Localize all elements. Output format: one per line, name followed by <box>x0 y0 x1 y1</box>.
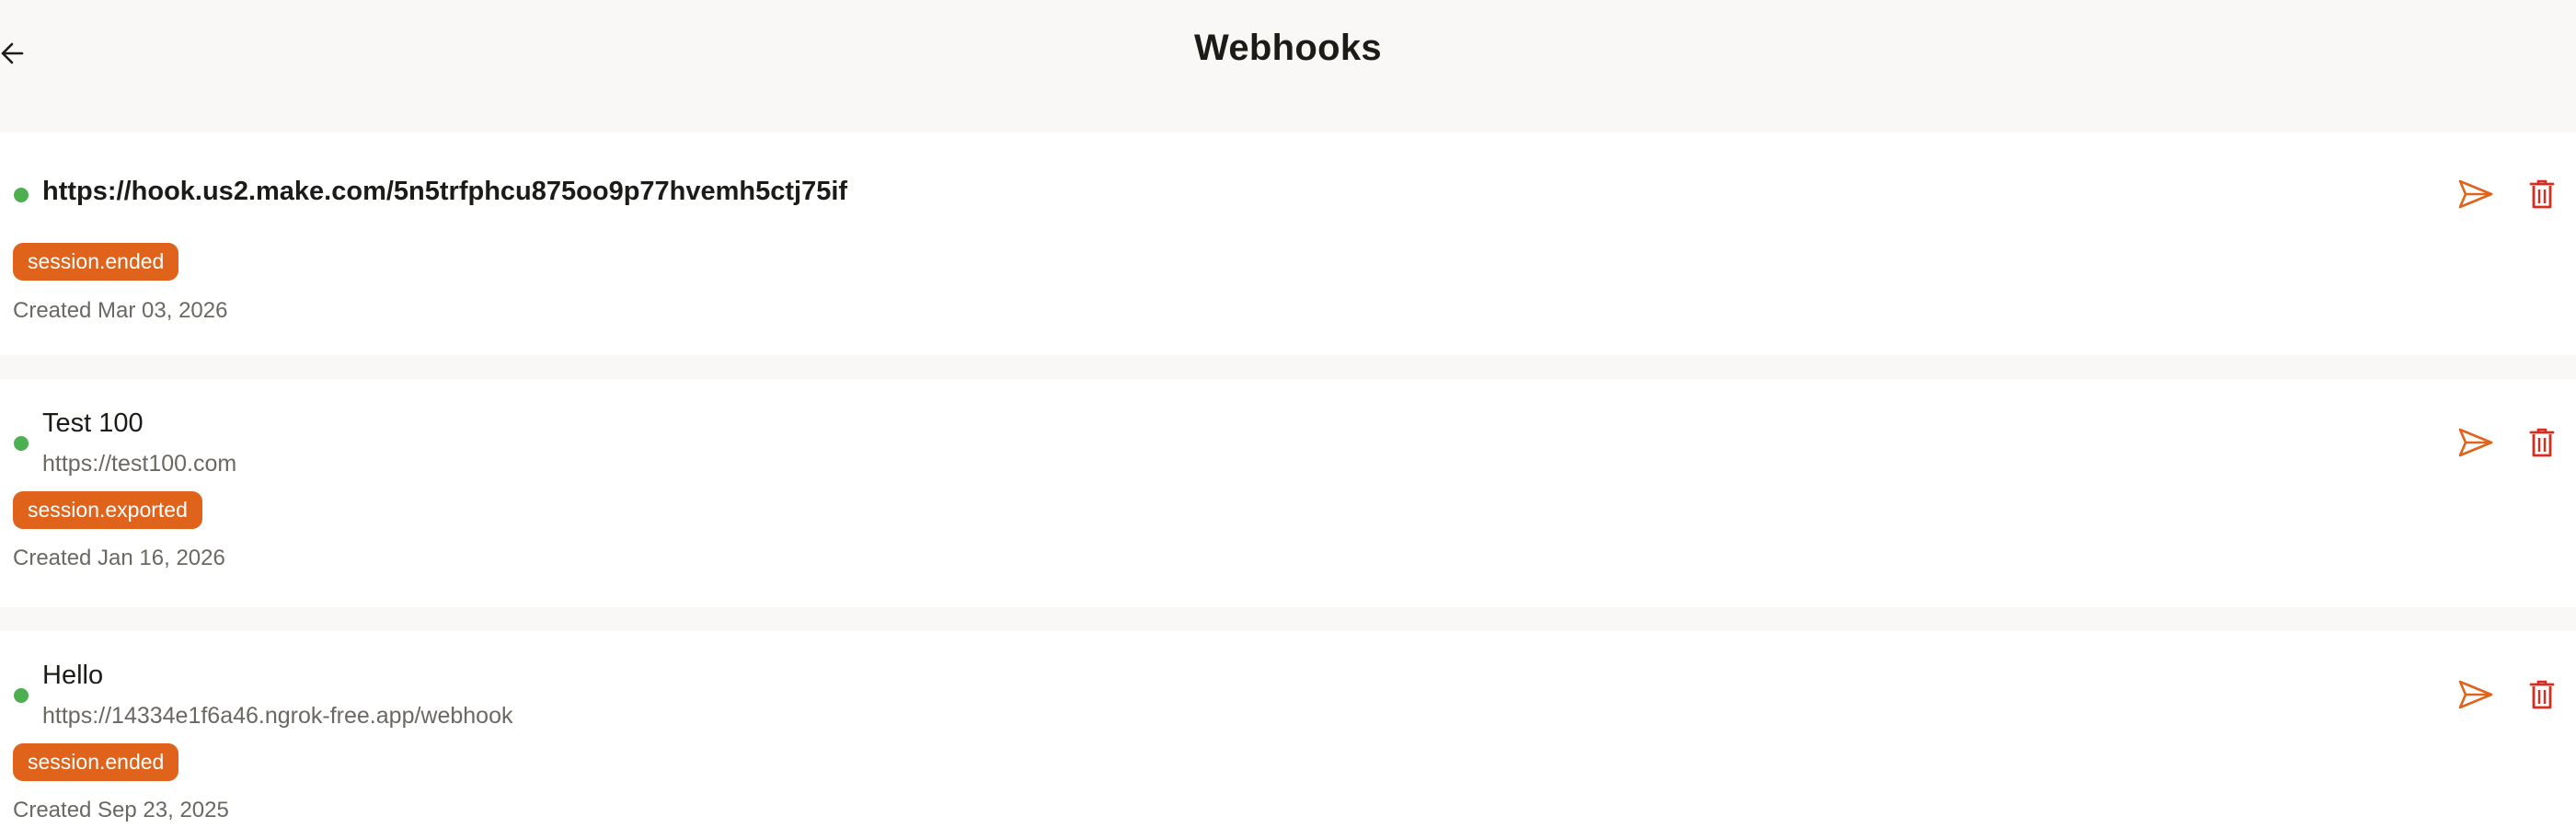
webhook-list: https://hook.us2.make.com/5n5trfphcu875o… <box>0 132 2576 828</box>
send-test-button[interactable] <box>2453 672 2499 718</box>
event-badge: session.ended <box>13 743 179 781</box>
webhook-card: Hello https://14334e1f6a46.ngrok-free.ap… <box>0 631 2576 828</box>
webhook-card: https://hook.us2.make.com/5n5trfphcu875o… <box>0 132 2576 355</box>
trash-icon <box>2529 428 2555 457</box>
status-active-dot <box>14 188 29 202</box>
created-date: Created Mar 03, 2026 <box>13 298 228 323</box>
webhook-url: https://test100.com <box>42 451 237 477</box>
created-date: Created Sep 23, 2025 <box>13 798 229 822</box>
send-icon <box>2458 428 2493 457</box>
webhook-url: https://14334e1f6a46.ngrok-free.app/webh… <box>42 703 513 729</box>
created-date: Created Jan 16, 2026 <box>13 546 225 570</box>
event-badge: session.ended <box>13 243 179 281</box>
send-icon <box>2458 179 2493 209</box>
delete-button[interactable] <box>2519 171 2565 217</box>
delete-button[interactable] <box>2519 672 2565 718</box>
page-header: Webhooks <box>0 0 2576 132</box>
webhook-title: Test 100 <box>42 408 144 438</box>
webhooks-page: Webhooks https://hook.us2.make.com/5n5tr… <box>0 0 2576 828</box>
page-title: Webhooks <box>1194 28 1382 68</box>
trash-icon <box>2529 680 2555 709</box>
webhook-title: Hello <box>42 661 104 690</box>
delete-button[interactable] <box>2519 420 2565 466</box>
status-active-dot <box>14 436 29 451</box>
trash-icon <box>2529 179 2555 209</box>
webhook-card: Test 100 https://test100.com session.exp… <box>0 379 2576 607</box>
status-active-dot <box>14 688 29 703</box>
send-test-button[interactable] <box>2453 420 2499 466</box>
event-badge: session.exported <box>13 491 202 529</box>
send-test-button[interactable] <box>2453 171 2499 217</box>
send-icon <box>2458 680 2493 709</box>
webhook-title: https://hook.us2.make.com/5n5trfphcu875o… <box>42 177 848 206</box>
